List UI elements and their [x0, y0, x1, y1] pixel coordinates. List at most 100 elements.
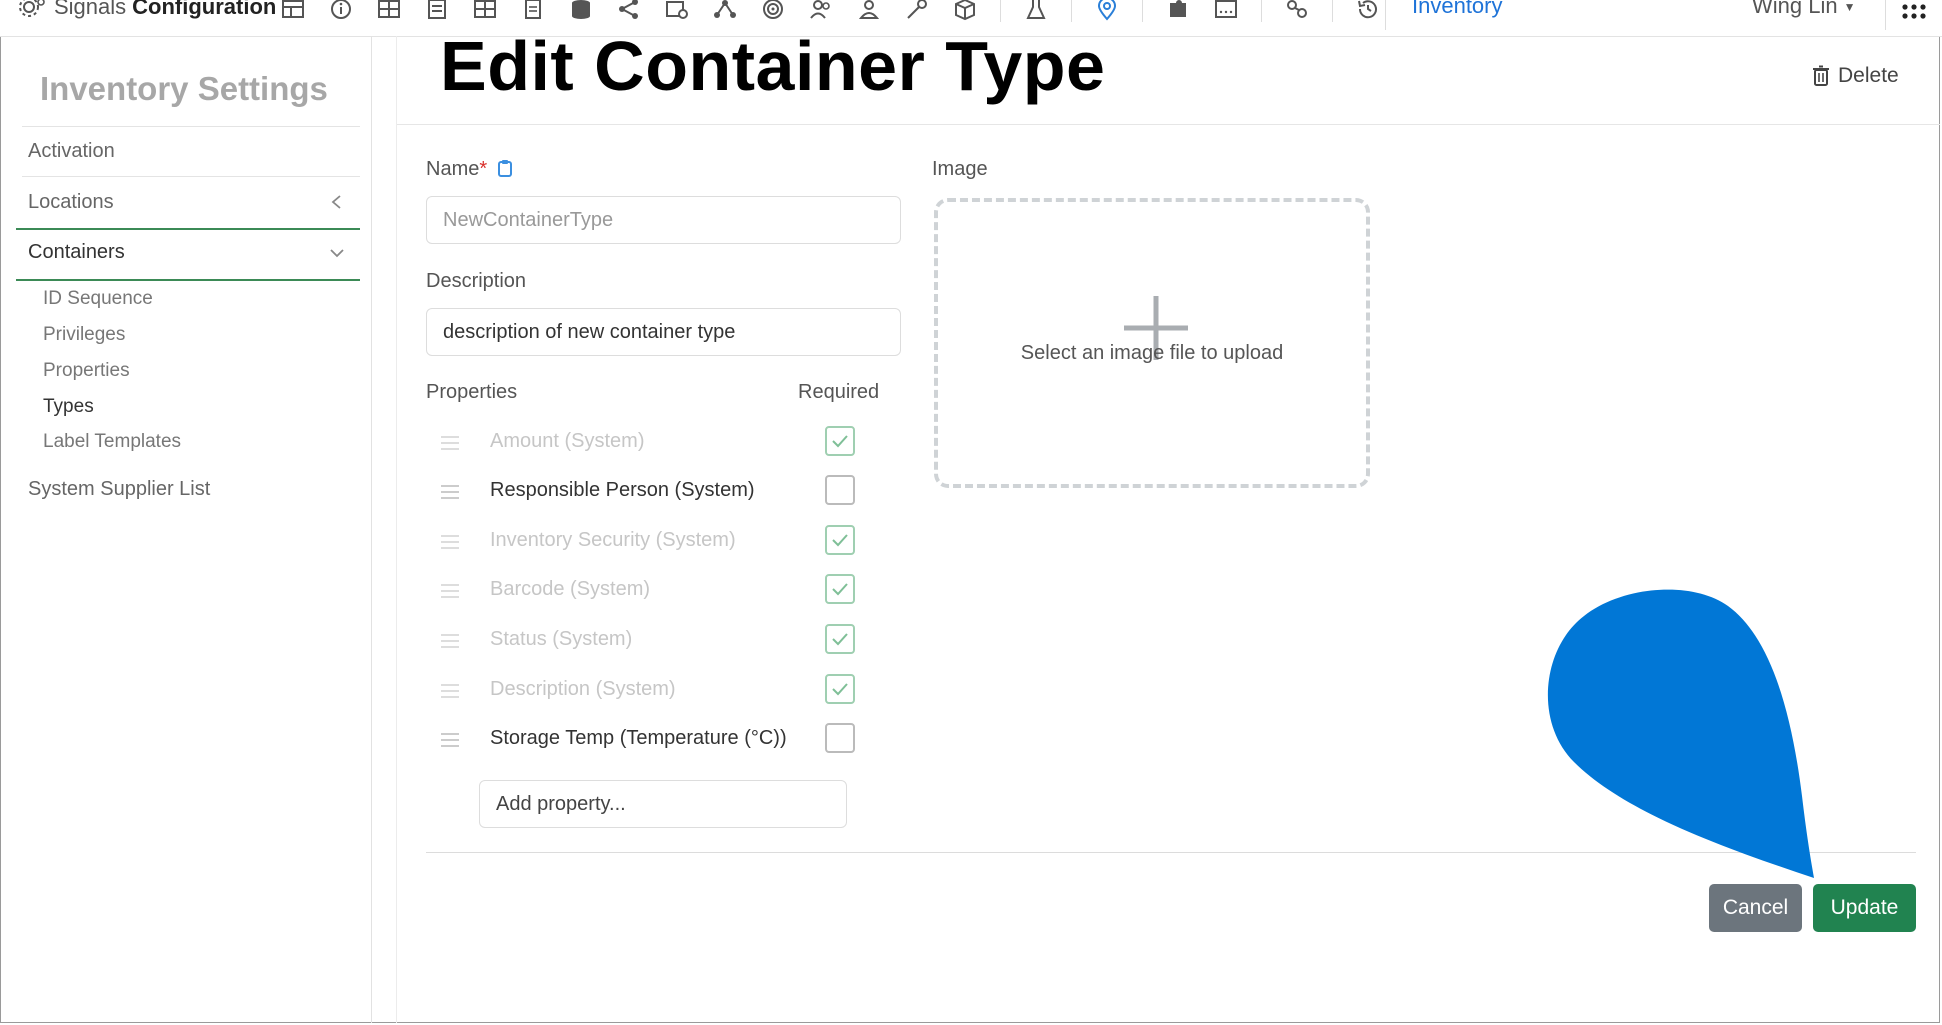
sidebar-subitem-types[interactable]: Types	[43, 396, 94, 418]
sidebar-subitem-label-templates[interactable]: Label Templates	[43, 431, 181, 453]
grid-icon[interactable]	[376, 0, 402, 21]
divider-active	[16, 228, 360, 230]
sidebar-subitem-properties[interactable]: Properties	[43, 360, 130, 382]
delete-button[interactable]: Delete	[1812, 64, 1899, 88]
required-checkbox[interactable]	[825, 475, 855, 505]
info-icon[interactable]	[328, 0, 354, 21]
property-name: Amount (System)	[490, 430, 645, 452]
property-name: Responsible Person (System)	[490, 479, 755, 501]
apps-grid-icon[interactable]	[1900, 2, 1928, 24]
sidebar-subitem-privileges[interactable]: Privileges	[43, 324, 125, 346]
page-title: Edit Container Type	[440, 27, 1106, 105]
required-checkbox[interactable]	[825, 723, 855, 753]
network-icon[interactable]	[712, 0, 738, 21]
grid2-icon[interactable]	[472, 0, 498, 21]
property-row: Barcode (System)	[440, 574, 860, 606]
sidebar-item-containers[interactable]: Containers	[28, 241, 125, 264]
pointer-marker	[1547, 589, 1814, 878]
drag-handle-icon[interactable]	[440, 632, 460, 650]
property-name: Storage Temp (Temperature (°C))	[490, 727, 787, 749]
key-icon[interactable]	[904, 0, 930, 21]
caret-down-icon: ▼	[1843, 0, 1856, 15]
gear-icon	[19, 0, 45, 17]
checkmark-icon	[832, 534, 848, 547]
drag-handle-icon[interactable]	[440, 533, 460, 551]
document-icon[interactable]	[424, 0, 450, 21]
toolbar-separator	[1885, 0, 1886, 30]
name-input[interactable]: NewContainerType	[426, 196, 901, 244]
share-icon[interactable]	[616, 0, 642, 21]
checkmark-icon	[832, 435, 848, 448]
property-row: Amount (System)	[440, 426, 860, 458]
required-checkbox[interactable]	[825, 624, 855, 654]
required-checkbox[interactable]	[825, 426, 855, 456]
upload-instructions: Select an image file to upload	[1020, 342, 1284, 364]
drag-handle-icon[interactable]	[440, 682, 460, 700]
content-divider	[396, 36, 397, 1023]
drag-handle-icon[interactable]	[440, 731, 460, 749]
page-icon[interactable]	[520, 0, 546, 21]
location-pin-icon[interactable]	[1094, 0, 1120, 21]
required-checkbox[interactable]	[825, 574, 855, 604]
users-icon[interactable]	[808, 0, 834, 21]
user-icon[interactable]	[856, 0, 882, 21]
toolbar-separator	[1142, 0, 1143, 22]
database-icon[interactable]	[568, 0, 594, 21]
puzzle-icon[interactable]	[1165, 0, 1191, 21]
hierarchy-icon[interactable]	[1284, 0, 1310, 21]
image-upload-dropzone[interactable]: Select an image file to upload	[934, 198, 1370, 488]
toolbar-separator	[1385, 0, 1386, 30]
history-icon[interactable]	[1355, 0, 1381, 21]
description-input[interactable]: description of new container type	[426, 308, 901, 356]
required-column-label: Required	[798, 381, 880, 403]
barcode-icon[interactable]	[1213, 0, 1239, 21]
property-name: Inventory Security (System)	[490, 529, 736, 551]
checkmark-icon	[832, 683, 848, 696]
property-row: Description (System)	[440, 674, 860, 706]
box-icon[interactable]	[952, 0, 978, 21]
required-checkbox[interactable]	[825, 674, 855, 704]
app-title[interactable]: Signals Configuration	[18, 0, 276, 20]
drag-handle-icon[interactable]	[440, 483, 460, 501]
property-name: Barcode (System)	[490, 578, 651, 600]
app-prefix: Signals	[54, 0, 127, 19]
name-label-text: Name	[426, 158, 480, 180]
image-label: Image	[932, 158, 988, 180]
update-button[interactable]: Update	[1813, 884, 1916, 932]
trash-icon	[1813, 65, 1829, 86]
sidebar-item-activation[interactable]: Activation	[28, 140, 115, 163]
chevron-down-icon[interactable]	[330, 246, 344, 260]
user-menu[interactable]: Wing Lin ▼	[1752, 0, 1855, 19]
sidebar-title: Inventory Settings	[40, 70, 328, 107]
toolbar-separator	[1071, 0, 1072, 22]
delete-label: Delete	[1838, 64, 1899, 87]
divider	[22, 176, 360, 177]
cancel-button[interactable]: Cancel	[1709, 884, 1802, 932]
property-row: Status (System)	[440, 624, 860, 656]
table-icon[interactable]	[280, 0, 306, 21]
required-checkbox[interactable]	[825, 525, 855, 555]
property-row: Inventory Security (System)	[440, 525, 860, 557]
clipboard-icon[interactable]	[497, 158, 513, 178]
description-label: Description	[426, 270, 527, 292]
fingerprint-icon[interactable]	[760, 0, 786, 21]
properties-label: Properties	[426, 381, 518, 403]
link-icon[interactable]	[664, 0, 690, 21]
divider	[22, 126, 360, 127]
user-name: Wing Lin	[1752, 0, 1838, 18]
sidebar-item-locations[interactable]: Locations	[28, 191, 114, 214]
toolbar-icons	[280, 0, 1403, 26]
toolbar-separator	[1332, 0, 1333, 22]
divider-active	[16, 279, 360, 281]
drag-handle-icon[interactable]	[440, 582, 460, 600]
app-name: Configuration	[132, 0, 277, 19]
checkmark-icon	[832, 583, 848, 596]
add-property-input[interactable]: Add property...	[479, 780, 847, 828]
chevron-left-icon[interactable]	[330, 195, 344, 209]
drag-handle-icon[interactable]	[440, 434, 460, 452]
name-label: Name*	[426, 158, 513, 181]
sidebar-subitem-id-sequence[interactable]: ID Sequence	[43, 288, 153, 310]
inventory-nav-link[interactable]: Inventory	[1412, 0, 1503, 19]
flask-icon[interactable]	[1023, 0, 1049, 21]
sidebar-item-system-supplier-list[interactable]: System Supplier List	[28, 478, 210, 501]
